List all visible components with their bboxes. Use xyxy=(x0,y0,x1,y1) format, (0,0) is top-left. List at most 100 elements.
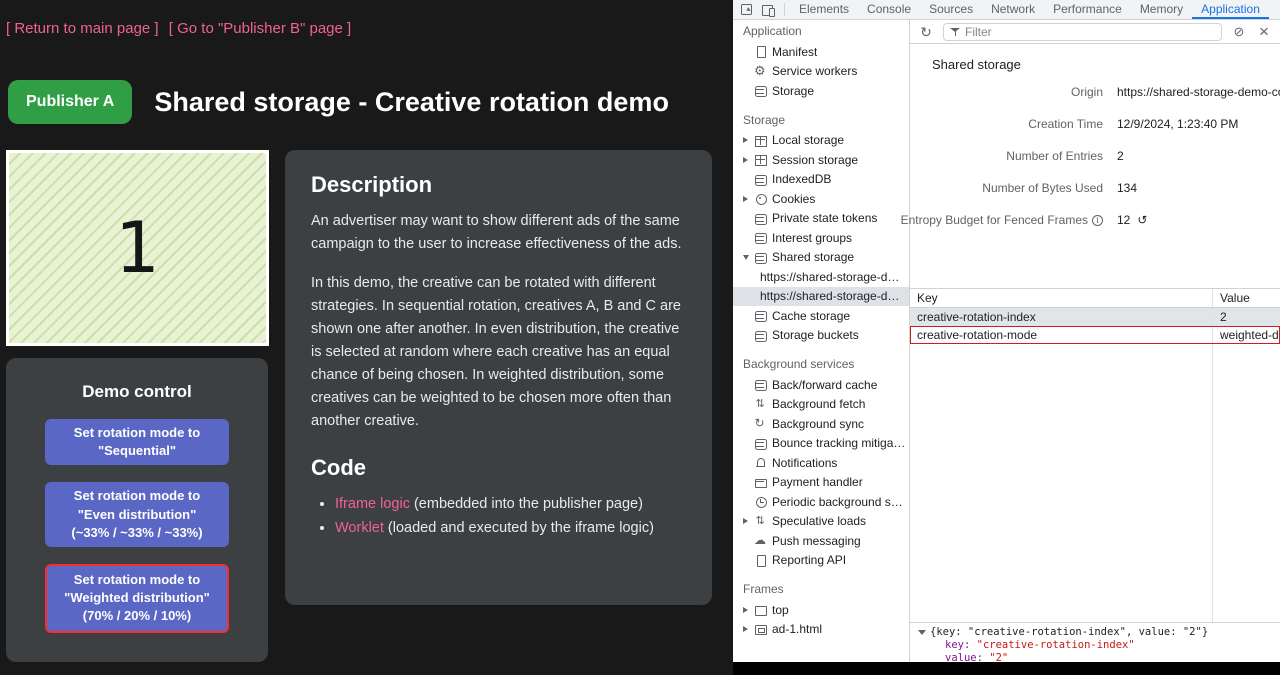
tab-memory[interactable]: Memory xyxy=(1131,0,1192,19)
sidebar-item-shared-storage-origin-1[interactable]: https://shared-storage-d… xyxy=(733,267,909,287)
rotation-weighted-distribution-button[interactable]: Set rotation mode to "Weighted distribut… xyxy=(45,564,229,633)
sidebar-item-shared-storage[interactable]: Shared storage xyxy=(733,248,909,268)
sidebar-item-background-sync[interactable]: Background sync xyxy=(733,414,909,434)
meta-row-entropy-budget: Entropy Budget for Fenced Frames 12 xyxy=(910,204,1280,236)
meta-row-number-of-entries: Number of Entries 2 xyxy=(910,140,1280,172)
description-paragraph: In this demo, the creative can be rotate… xyxy=(311,272,686,433)
sidebar-item-private-state-tokens[interactable]: Private state tokens xyxy=(733,209,909,229)
collapse-arrow-icon[interactable] xyxy=(743,255,754,260)
filter-funnel-icon xyxy=(950,27,960,37)
return-main-page-link[interactable]: [ Return to main page ] xyxy=(6,20,159,37)
table-row[interactable]: creative-rotation-mode weighted-distribu… xyxy=(910,326,1280,344)
list-item: Worklet (loaded and executed by the ifra… xyxy=(335,517,686,540)
demo-control-title: Demo control xyxy=(82,382,192,402)
expand-arrow-icon[interactable] xyxy=(743,626,754,632)
sidebar-item-storage-buckets[interactable]: Storage buckets xyxy=(733,326,909,346)
code-links-list: Iframe logic (embedded into the publishe… xyxy=(335,493,686,540)
sidebar-item-speculative-loads[interactable]: Speculative loads xyxy=(733,512,909,532)
refresh-icon[interactable] xyxy=(918,24,934,40)
application-sidebar: Application Manifest Service workers Sto… xyxy=(733,20,910,662)
filter-input[interactable] xyxy=(965,25,1215,39)
storage-icon xyxy=(754,84,767,97)
tab-console[interactable]: Console xyxy=(858,0,920,19)
inspect-element-icon[interactable] xyxy=(740,2,755,17)
column-header-value[interactable]: Value xyxy=(1212,289,1280,307)
expand-arrow-icon[interactable] xyxy=(743,518,754,524)
reset-budget-icon[interactable] xyxy=(1137,213,1147,227)
sidebar-section-frames: Frames xyxy=(733,578,909,600)
sidebar-item-shared-storage-origin-2[interactable]: https://shared-storage-d… xyxy=(733,287,909,307)
meta-row-origin: Origin https://shared-storage-demo-co xyxy=(910,76,1280,108)
tab-sources[interactable]: Sources xyxy=(920,0,982,19)
collapse-triangle-icon[interactable] xyxy=(918,630,926,635)
column-header-key[interactable]: Key xyxy=(910,291,1212,305)
sidebar-item-indexeddb[interactable]: IndexedDB xyxy=(733,170,909,190)
sidebar-item-service-workers[interactable]: Service workers xyxy=(733,62,909,82)
tab-network[interactable]: Network xyxy=(982,0,1044,19)
page-title: Shared storage - Creative rotation demo xyxy=(154,87,669,118)
devtools-tabbar: Elements Console Sources Network Perform… xyxy=(733,0,1280,20)
preview-property: key: "creative-rotation-index" xyxy=(918,639,1280,652)
page-header: Publisher A Shared storage - Creative ro… xyxy=(8,80,669,124)
tab-performance[interactable]: Performance xyxy=(1044,0,1131,19)
code-title: Code xyxy=(311,455,686,481)
sidebar-item-background-fetch[interactable]: Background fetch xyxy=(733,395,909,415)
sidebar-item-payment-handler[interactable]: Payment handler xyxy=(733,473,909,493)
expand-arrow-icon[interactable] xyxy=(743,607,754,613)
sidebar-item-frame-ad-1[interactable]: ad-1.html xyxy=(733,620,909,640)
devtools-body: Application Manifest Service workers Sto… xyxy=(733,20,1280,662)
sidebar-item-local-storage[interactable]: Local storage xyxy=(733,131,909,151)
description-title: Description xyxy=(311,172,686,198)
database-icon xyxy=(754,212,767,225)
delete-all-icon[interactable] xyxy=(1231,24,1247,40)
creative-number: 1 xyxy=(115,207,160,289)
preview-summary: {key: "creative-rotation-index", value: … xyxy=(918,626,1280,639)
metadata-report: Origin https://shared-storage-demo-co Cr… xyxy=(910,76,1280,236)
publisher-b-page-link[interactable]: [ Go to "Publisher B" page ] xyxy=(169,20,351,37)
sidebar-item-bounce-tracking-mitigations[interactable]: Bounce tracking mitiga… xyxy=(733,434,909,454)
sidebar-item-periodic-background-sync[interactable]: Periodic background s… xyxy=(733,492,909,512)
table-icon xyxy=(754,153,767,166)
payment-card-icon xyxy=(754,476,767,489)
panel-toolbar xyxy=(910,20,1280,44)
clock-icon xyxy=(754,495,767,508)
table-header-row[interactable]: Key Value xyxy=(910,289,1280,308)
sidebar-item-push-messaging[interactable]: Push messaging xyxy=(733,531,909,551)
sidebar-item-back-forward-cache[interactable]: Back/forward cache xyxy=(733,375,909,395)
sidebar-item-cookies[interactable]: Cookies xyxy=(733,189,909,209)
expand-arrow-icon[interactable] xyxy=(743,137,754,143)
sidebar-item-storage[interactable]: Storage xyxy=(733,81,909,101)
info-icon[interactable] xyxy=(1092,215,1103,226)
filter-box[interactable] xyxy=(943,23,1222,41)
tab-elements[interactable]: Elements xyxy=(790,0,858,19)
database-icon xyxy=(754,231,767,244)
device-toolbar-icon[interactable] xyxy=(761,3,776,17)
sidebar-item-reporting-api[interactable]: Reporting API xyxy=(733,551,909,571)
sidebar-item-manifest[interactable]: Manifest xyxy=(733,42,909,62)
table-icon xyxy=(754,134,767,147)
sync-icon xyxy=(754,417,767,430)
up-down-arrows-icon xyxy=(754,515,767,528)
demo-control-panel: Demo control Set rotation mode to "Seque… xyxy=(6,358,268,662)
table-row[interactable]: creative-rotation-index 2 xyxy=(910,308,1280,326)
sidebar-item-frame-top[interactable]: top xyxy=(733,600,909,620)
up-down-arrows-icon xyxy=(754,398,767,411)
sidebar-item-notifications[interactable]: Notifications xyxy=(733,453,909,473)
expand-arrow-icon[interactable] xyxy=(743,157,754,163)
sidebar-item-cache-storage[interactable]: Cache storage xyxy=(733,306,909,326)
sidebar-section-storage: Storage xyxy=(733,109,909,131)
close-icon[interactable] xyxy=(1256,24,1272,40)
cloud-icon xyxy=(754,534,767,547)
rotation-sequential-button[interactable]: Set rotation mode to "Sequential" xyxy=(45,419,229,465)
iframe-logic-link[interactable]: Iframe logic xyxy=(335,496,410,512)
database-icon xyxy=(754,437,767,450)
rotation-even-distribution-button[interactable]: Set rotation mode to "Even distribution"… xyxy=(45,482,229,547)
sidebar-item-session-storage[interactable]: Session storage xyxy=(733,150,909,170)
devtools-application-panel: Elements Console Sources Network Perform… xyxy=(733,0,1280,662)
tab-application[interactable]: Application xyxy=(1192,0,1269,19)
storage-items-table: Key Value creative-rotation-index 2 crea… xyxy=(910,288,1280,622)
worklet-link[interactable]: Worklet xyxy=(335,520,384,536)
expand-arrow-icon[interactable] xyxy=(743,196,754,202)
sidebar-item-interest-groups[interactable]: Interest groups xyxy=(733,228,909,248)
document-icon xyxy=(754,554,767,567)
